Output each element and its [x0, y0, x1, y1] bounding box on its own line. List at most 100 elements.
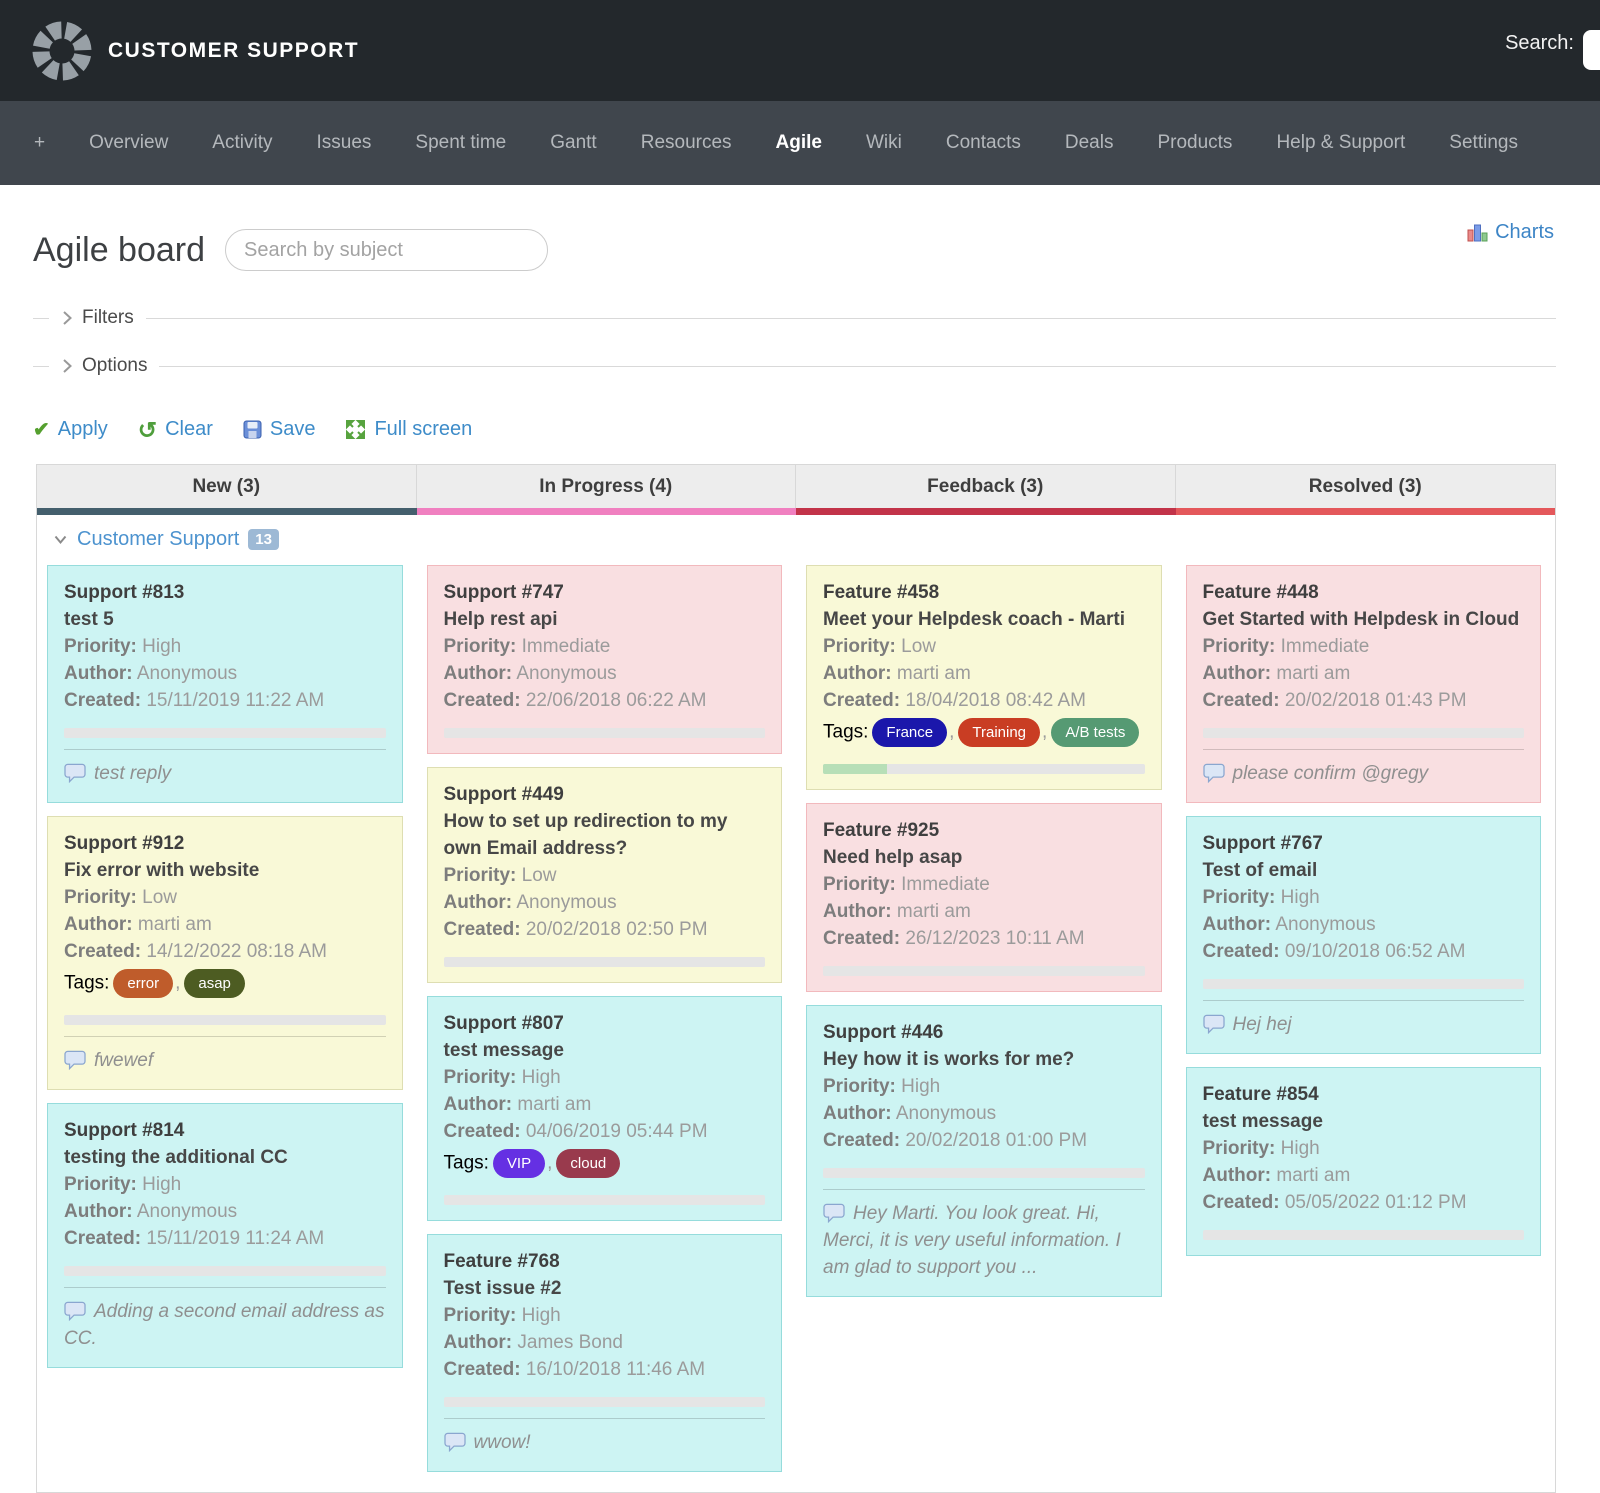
created-value: 16/10/2018 11:46 AM	[526, 1359, 705, 1380]
nav-item-wiki[interactable]: Wiki	[844, 132, 924, 154]
issue-card[interactable]: Support #446Hey how it is works for me?P…	[806, 1005, 1162, 1297]
nav-item-spent-time[interactable]: Spent time	[393, 132, 528, 154]
issue-card[interactable]: Feature #854test messagePriority: HighAu…	[1186, 1067, 1542, 1256]
author-value: Anonymous	[137, 1201, 237, 1222]
nav-item-settings[interactable]: Settings	[1427, 132, 1540, 154]
priority-value: Low	[522, 865, 557, 886]
progress-bar	[444, 728, 766, 738]
nav-item-overview[interactable]: Overview	[67, 132, 190, 154]
column-accent-bar	[37, 508, 417, 515]
priority-value: High	[522, 1305, 561, 1326]
save-button[interactable]: Save	[243, 418, 316, 441]
created-value: 14/12/2022 08:18 AM	[146, 941, 327, 962]
created-value: 20/02/2018 01:00 PM	[905, 1130, 1087, 1151]
issue-id[interactable]: Support #814	[64, 1117, 386, 1144]
priority-row: Priority: High	[823, 1073, 1145, 1100]
author-label: Author:	[444, 1332, 513, 1353]
options-label: Options	[82, 355, 147, 377]
divider	[64, 749, 386, 750]
issue-id[interactable]: Support #912	[64, 830, 386, 857]
nav-item-products[interactable]: Products	[1135, 132, 1254, 154]
priority-label: Priority:	[823, 874, 896, 895]
priority-row: Priority: Immediate	[1203, 633, 1525, 660]
issue-id[interactable]: Support #449	[444, 781, 766, 808]
author-label: Author:	[64, 914, 133, 935]
tag-separator: ,	[1042, 722, 1047, 743]
filters-toggle[interactable]: Filters	[33, 307, 1556, 329]
issue-card[interactable]: Support #747Help rest apiPriority: Immed…	[427, 565, 783, 754]
issue-id[interactable]: Feature #768	[444, 1248, 766, 1275]
nav-item-contacts[interactable]: Contacts	[924, 132, 1043, 154]
issue-card[interactable]: Support #449How to set up redirection to…	[427, 767, 783, 983]
priority-row: Priority: Low	[444, 862, 766, 889]
issue-id[interactable]: Support #807	[444, 1010, 766, 1037]
page-title: Agile board	[33, 231, 205, 270]
swimlane-link[interactable]: Customer Support	[77, 528, 239, 551]
issue-card[interactable]: Support #814testing the additional CCPri…	[47, 1103, 403, 1368]
issue-card[interactable]: Support #807test messagePriority: HighAu…	[427, 996, 783, 1221]
issue-id[interactable]: Feature #854	[1203, 1081, 1525, 1108]
nav-item-help-support[interactable]: Help & Support	[1254, 132, 1427, 154]
issue-id[interactable]: Support #747	[444, 579, 766, 606]
issue-card[interactable]: Feature #768Test issue #2Priority: HighA…	[427, 1234, 783, 1472]
priority-label: Priority:	[1203, 887, 1276, 908]
subject-search-input[interactable]	[225, 229, 548, 271]
created-label: Created:	[444, 919, 521, 940]
created-label: Created:	[64, 1228, 141, 1249]
priority-label: Priority:	[823, 1076, 896, 1097]
nav-item-gantt[interactable]: Gantt	[528, 132, 618, 154]
issue-card[interactable]: Feature #448Get Started with Helpdesk in…	[1186, 565, 1542, 803]
clear-button[interactable]: ↺ Clear	[138, 418, 213, 441]
tag-pill: France	[872, 718, 947, 747]
nav-item-issues[interactable]: Issues	[294, 132, 393, 154]
last-comment: Hej hej	[1203, 1011, 1525, 1038]
issue-id[interactable]: Support #767	[1203, 830, 1525, 857]
top-search-input[interactable]	[1583, 30, 1600, 70]
last-comment: Adding a second email address as CC.	[64, 1298, 386, 1352]
created-value: 09/10/2018 06:52 AM	[1285, 941, 1466, 962]
issue-subject: Fix error with website	[64, 857, 386, 884]
options-toggle[interactable]: Options	[33, 355, 1556, 377]
tag-pill: error	[113, 969, 173, 998]
save-label: Save	[270, 418, 316, 441]
chevron-right-icon	[62, 310, 73, 326]
priority-value: Low	[142, 887, 177, 908]
fullscreen-button[interactable]: Full screen	[345, 418, 472, 441]
divider	[64, 1036, 386, 1037]
issue-card[interactable]: Support #912Fix error with websitePriori…	[47, 816, 403, 1090]
chevron-down-icon[interactable]	[53, 533, 68, 546]
apply-button[interactable]: ✔ Apply	[33, 417, 108, 442]
check-icon: ✔	[33, 417, 50, 442]
created-value: 15/11/2019 11:22 AM	[146, 690, 324, 711]
priority-row: Priority: High	[1203, 884, 1525, 911]
nav-item-activity[interactable]: Activity	[190, 132, 294, 154]
nav-item-resources[interactable]: Resources	[619, 132, 754, 154]
issue-card[interactable]: Support #767Test of emailPriority: HighA…	[1186, 816, 1542, 1054]
issue-id[interactable]: Support #813	[64, 579, 386, 606]
author-label: Author:	[823, 901, 892, 922]
nav-item-[interactable]: +	[12, 132, 67, 154]
divider	[146, 318, 1556, 319]
issue-card[interactable]: Support #813test 5Priority: HighAuthor: …	[47, 565, 403, 803]
nav-item-deals[interactable]: Deals	[1043, 132, 1136, 154]
issue-card[interactable]: Feature #458Meet your Helpdesk coach - M…	[806, 565, 1162, 790]
charts-link[interactable]: Charts	[1467, 221, 1554, 244]
issue-id[interactable]: Feature #448	[1203, 579, 1525, 606]
nav-item-agile[interactable]: Agile	[754, 132, 844, 154]
issue-subject: test message	[1203, 1108, 1525, 1135]
issue-id[interactable]: Support #446	[823, 1019, 1145, 1046]
created-row: Created: 14/12/2022 08:18 AM	[64, 938, 386, 965]
progress-bar	[64, 728, 386, 738]
comment-text: Hej hej	[1233, 1014, 1292, 1035]
priority-label: Priority:	[444, 636, 517, 657]
issue-id[interactable]: Feature #925	[823, 817, 1145, 844]
tags-label: Tags:	[823, 722, 868, 743]
progress-bar	[1203, 728, 1525, 738]
fullscreen-icon	[345, 419, 366, 440]
issue-card[interactable]: Feature #925Need help asapPriority: Imme…	[806, 803, 1162, 992]
clear-label: Clear	[165, 418, 213, 441]
issue-id[interactable]: Feature #458	[823, 579, 1145, 606]
created-row: Created: 16/10/2018 11:46 AM	[444, 1356, 766, 1383]
author-label: Author:	[444, 892, 513, 913]
created-label: Created:	[64, 941, 141, 962]
